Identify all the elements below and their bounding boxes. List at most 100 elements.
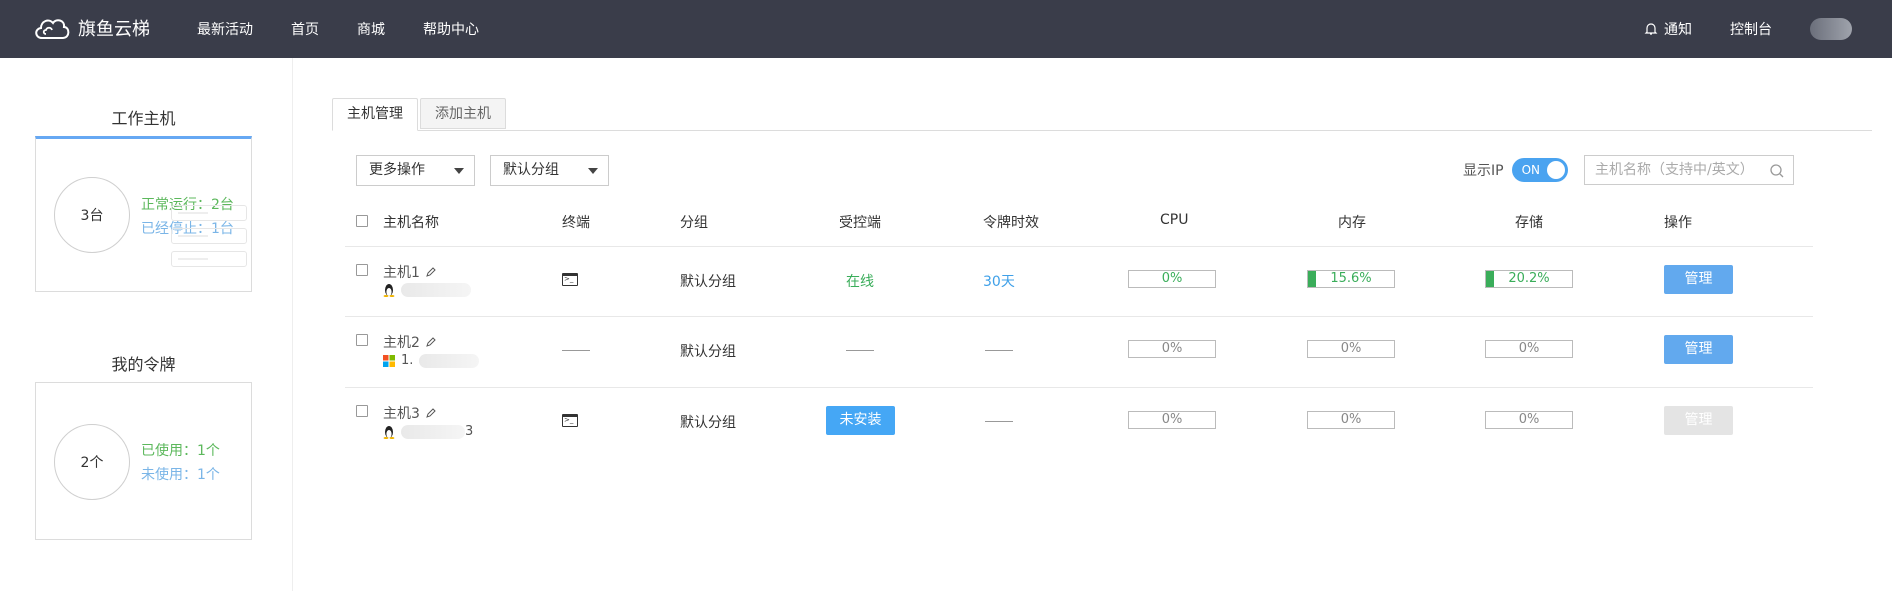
- toggle-knob: [1546, 161, 1565, 179]
- user-menu[interactable]: [1810, 18, 1852, 40]
- host-name: 主机2: [383, 332, 436, 352]
- token-count-circle: 2个: [54, 424, 130, 500]
- linux-icon: [383, 284, 395, 297]
- terminal-empty: [562, 350, 590, 351]
- col-header-actions: 操作: [1664, 215, 1692, 231]
- more-ops-dropdown[interactable]: 更多操作: [356, 155, 475, 186]
- group-label: 默认分组: [503, 162, 559, 178]
- terminal-icon[interactable]: [562, 414, 578, 427]
- console-link[interactable]: 控制台: [1730, 19, 1772, 39]
- memory-value: 0%: [1340, 341, 1362, 356]
- divider: [345, 246, 1813, 247]
- storage-bar: 0%: [1485, 340, 1573, 358]
- tab-add-host[interactable]: 添加主机: [420, 98, 506, 129]
- host-name: 主机1: [383, 262, 436, 282]
- top-nav-bar: 旗鱼云梯 最新活动 首页 商城 帮助中心 通知 控制台: [0, 0, 1892, 58]
- col-header-memory: 内存: [1338, 215, 1366, 231]
- agent-status-online: 在线: [846, 274, 874, 290]
- nav-item-help[interactable]: 帮助中心: [423, 19, 479, 39]
- memory-bar: 15.6%: [1307, 270, 1395, 288]
- cpu-bar: 0%: [1128, 411, 1216, 429]
- col-header-cpu: CPU: [1160, 212, 1189, 228]
- storage-bar: 0%: [1485, 411, 1573, 429]
- server-illustration: [171, 205, 247, 221]
- notify-label: 通知: [1664, 22, 1692, 38]
- col-header-name: 主机名称: [383, 215, 439, 231]
- host-ip: 1.: [383, 353, 480, 368]
- linux-icon: [383, 425, 395, 439]
- col-header-group: 分组: [680, 215, 708, 231]
- tokens-card: 2个 已使用：1个 未使用：1个: [35, 382, 252, 540]
- edit-icon[interactable]: [426, 337, 436, 347]
- toggle-label: ON: [1521, 163, 1540, 177]
- divider: [345, 316, 1813, 317]
- notify-link[interactable]: 通知: [1644, 19, 1692, 39]
- sidebar: 工作主机 3台 正常运行：2台 已经停止：1台 我的令牌 2个 已使用：1个 未…: [0, 58, 293, 591]
- divider: [345, 387, 1813, 388]
- host-name: 主机3: [383, 403, 436, 423]
- ip-suffix: 3: [465, 424, 474, 439]
- work-hosts-title: 工作主机: [111, 109, 176, 128]
- bell-icon: [1644, 23, 1658, 35]
- memory-bar: 0%: [1307, 340, 1395, 358]
- header-right: 通知 控制台: [1606, 0, 1852, 58]
- edit-icon[interactable]: [426, 267, 436, 277]
- select-all-checkbox[interactable]: [356, 215, 368, 227]
- brand-name: 旗鱼云梯: [78, 19, 150, 40]
- col-header-agent: 受控端: [839, 215, 881, 231]
- tokens-title: 我的令牌: [111, 355, 176, 374]
- more-ops-label: 更多操作: [369, 162, 425, 178]
- terminal-icon[interactable]: [562, 273, 578, 286]
- host-name-text: 主机3: [383, 406, 420, 422]
- search-placeholder: 主机名称（支持中/英文）: [1595, 162, 1754, 178]
- tab-bar: 主机管理 添加主机: [332, 98, 1872, 131]
- row-checkbox[interactable]: [356, 264, 368, 276]
- token-empty: [985, 350, 1013, 351]
- group-cell: 默认分组: [680, 344, 736, 360]
- group-dropdown[interactable]: 默认分组: [490, 155, 609, 186]
- cpu-bar: 0%: [1128, 340, 1216, 358]
- storage-bar: 20.2%: [1485, 270, 1573, 288]
- memory-value: 15.6%: [1330, 271, 1372, 286]
- cpu-value: 0%: [1161, 341, 1183, 356]
- col-header-terminal: 终端: [562, 215, 590, 231]
- work-hosts-card: 3台 正常运行：2台 已经停止：1台: [35, 136, 252, 292]
- brand-logo[interactable]: 旗鱼云梯: [32, 12, 150, 44]
- chevron-down-icon: [454, 168, 464, 174]
- search-input[interactable]: 主机名称（支持中/英文）: [1584, 155, 1794, 185]
- storage-value: 0%: [1518, 341, 1540, 356]
- edit-icon[interactable]: [426, 408, 436, 418]
- manage-button[interactable]: 管理: [1664, 335, 1733, 364]
- nav-item-mall[interactable]: 商城: [357, 19, 385, 39]
- tab-host-management[interactable]: 主机管理: [332, 98, 418, 131]
- host-name-text: 主机1: [383, 265, 420, 281]
- agent-not-installed-badge[interactable]: 未安装: [826, 406, 895, 435]
- manage-button[interactable]: 管理: [1664, 265, 1733, 294]
- nav-item-home[interactable]: 首页: [291, 19, 319, 39]
- cloud-logo-icon: [35, 19, 70, 39]
- group-cell: 默认分组: [680, 415, 736, 431]
- col-header-token: 令牌时效: [983, 215, 1039, 231]
- server-illustration: [171, 251, 247, 267]
- cpu-bar: 0%: [1128, 270, 1216, 288]
- show-ip-toggle[interactable]: ON: [1511, 158, 1568, 182]
- nav-item-activities[interactable]: 最新活动: [197, 19, 253, 39]
- row-checkbox[interactable]: [356, 334, 368, 346]
- show-ip-control: 显示IP ON: [1463, 158, 1568, 182]
- blurred-ip: [419, 353, 480, 368]
- manage-button-disabled: 管理: [1664, 406, 1733, 435]
- main-nav: 最新活动 首页 商城 帮助中心: [197, 0, 517, 58]
- host-ip: [383, 283, 471, 297]
- agent-empty: [846, 350, 874, 351]
- search-icon[interactable]: [1769, 163, 1785, 179]
- ip-prefix: 1.: [401, 353, 414, 368]
- row-checkbox[interactable]: [356, 405, 368, 417]
- memory-value: 0%: [1340, 412, 1362, 427]
- blurred-ip: [401, 424, 465, 439]
- host-count-circle: 3台: [54, 177, 130, 253]
- tokens-unused: 未使用：1个: [141, 467, 220, 483]
- avatar: [1810, 18, 1852, 40]
- memory-bar-fill: [1308, 271, 1316, 287]
- chevron-down-icon: [588, 168, 598, 174]
- group-cell: 默认分组: [680, 274, 736, 290]
